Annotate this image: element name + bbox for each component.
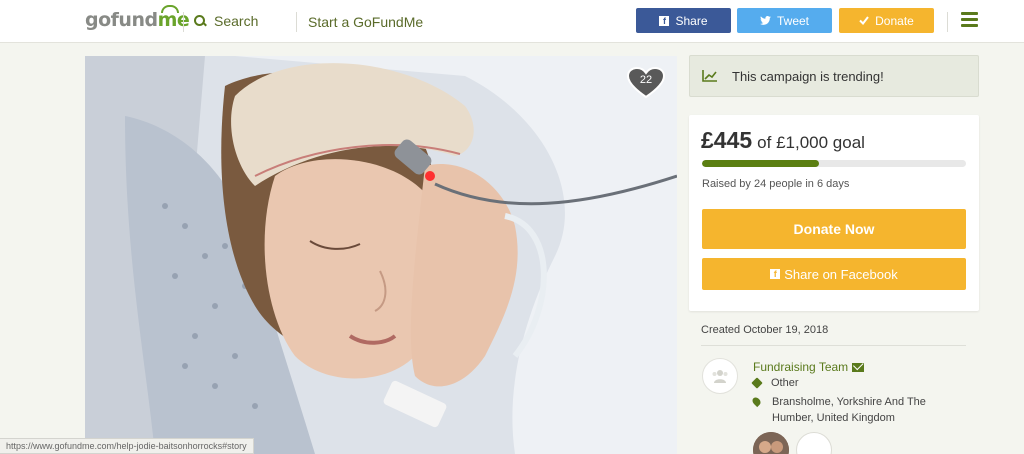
tweet-label: Tweet bbox=[776, 13, 809, 28]
donate-label: Donate bbox=[875, 13, 914, 28]
check-icon bbox=[859, 16, 869, 25]
organizer-avatar[interactable] bbox=[753, 432, 789, 454]
heart-count: 22 bbox=[639, 74, 653, 86]
divider bbox=[183, 12, 184, 32]
gofundme-logo[interactable]: gofundme bbox=[85, 9, 190, 31]
tag-icon bbox=[751, 377, 763, 389]
hamburger-menu-icon[interactable] bbox=[961, 12, 978, 27]
share-on-facebook-button[interactable]: f Share on Facebook bbox=[702, 258, 966, 290]
twitter-icon bbox=[760, 16, 771, 25]
trending-banner: This campaign is trending! bbox=[689, 55, 979, 97]
progress-bar bbox=[702, 160, 966, 167]
facebook-icon: f bbox=[659, 15, 670, 26]
team-avatar[interactable] bbox=[702, 358, 738, 394]
donation-card: £445 of £1,000 goal Raised by 24 people … bbox=[689, 115, 979, 311]
location-row: Bransholme, Yorkshire And The Humber, Un… bbox=[750, 394, 932, 426]
start-gofundme-link[interactable]: Start a GoFundMe bbox=[308, 14, 423, 30]
organizer-avatar-image bbox=[753, 432, 789, 454]
location-label: Bransholme, Yorkshire And The Humber, Un… bbox=[772, 396, 926, 424]
trending-text: This campaign is trending! bbox=[732, 68, 884, 84]
campaign-photo-illustration bbox=[85, 56, 677, 454]
team-title-label: Fundraising Team bbox=[753, 360, 849, 374]
trending-chart-icon bbox=[702, 70, 717, 82]
goal-text: of £1,000 goal bbox=[757, 133, 865, 152]
raised-value: £445 bbox=[701, 127, 753, 153]
search-icon bbox=[194, 15, 206, 27]
raised-by-text: Raised by 24 people in 6 days bbox=[702, 178, 850, 190]
share-label: Share bbox=[675, 13, 708, 28]
divider bbox=[296, 12, 297, 32]
tweet-button[interactable]: Tweet bbox=[737, 8, 832, 33]
map-pin-icon bbox=[750, 395, 763, 408]
top-nav: gofundme Search Start a GoFundMe f Share… bbox=[0, 0, 1024, 43]
campaign-photo bbox=[85, 56, 677, 454]
share-button[interactable]: f Share bbox=[636, 8, 731, 33]
donate-now-button[interactable]: Donate Now bbox=[702, 209, 966, 249]
envelope-icon[interactable] bbox=[852, 362, 865, 372]
raised-amount: £445 of £1,000 goal bbox=[701, 127, 865, 154]
users-icon bbox=[712, 370, 728, 383]
category-row: Other bbox=[751, 377, 799, 389]
search-link[interactable]: Search bbox=[194, 13, 258, 29]
divider bbox=[947, 12, 948, 32]
donate-button[interactable]: Donate bbox=[839, 8, 934, 33]
status-bar-url: https://www.gofundme.com/help-jodie-bait… bbox=[0, 438, 254, 454]
created-date: Created October 19, 2018 bbox=[701, 324, 829, 336]
fundraising-team-link[interactable]: Fundraising Team bbox=[753, 360, 865, 374]
facebook-icon: f bbox=[770, 269, 781, 279]
more-avatars[interactable]: ... bbox=[796, 432, 832, 454]
divider bbox=[701, 345, 966, 346]
progress-fill bbox=[702, 160, 820, 167]
category-label[interactable]: Other bbox=[771, 377, 799, 389]
share-on-facebook-label: Share on Facebook bbox=[784, 266, 898, 282]
search-label: Search bbox=[214, 13, 259, 29]
